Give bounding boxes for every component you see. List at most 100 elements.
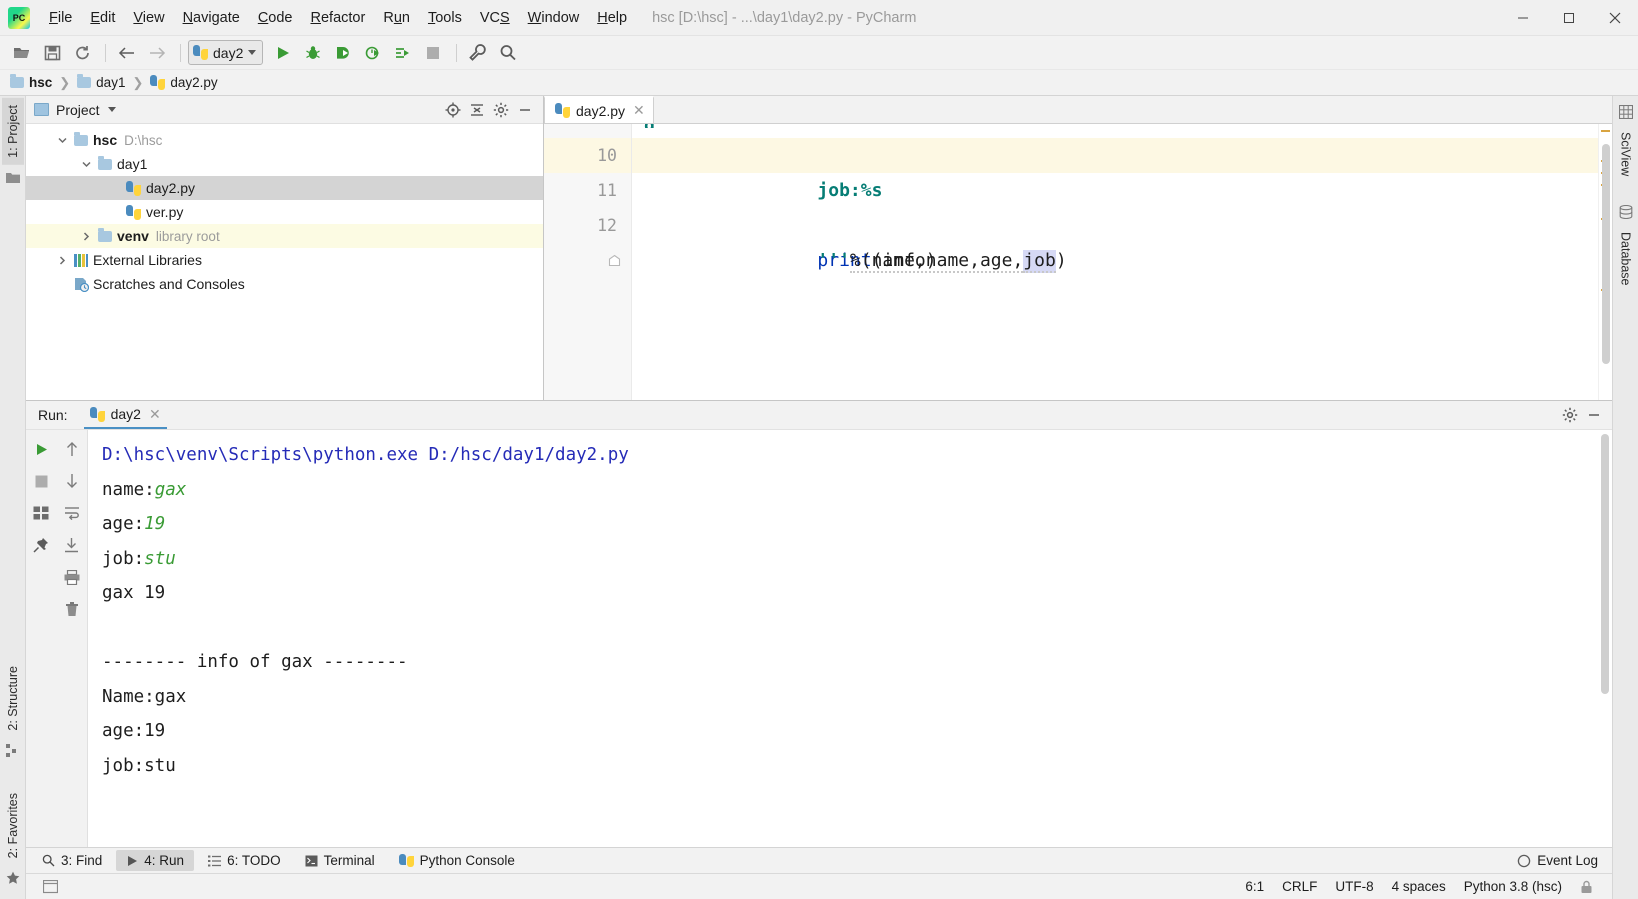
breadcrumb-item-hsc[interactable]: hsc xyxy=(10,74,52,90)
run-console-output[interactable]: D:\hsc\venv\Scripts\python.exe D:/hsc/da… xyxy=(88,430,1598,847)
code-line-10[interactable]: job:%s xyxy=(632,138,1598,201)
menu-vcs[interactable]: VCS xyxy=(471,5,519,31)
tree-item-hsc[interactable]: hsc D:\hsc xyxy=(26,128,543,152)
toolwindow-run[interactable]: 4: Run xyxy=(116,850,195,871)
run-tool-buttons xyxy=(26,430,88,847)
hide-icon[interactable] xyxy=(1582,404,1606,426)
lock-icon[interactable] xyxy=(1571,878,1602,896)
down-arrow-icon[interactable] xyxy=(60,469,84,493)
toolwindow-python-console[interactable]: Python Console xyxy=(389,850,525,871)
run-icon[interactable] xyxy=(269,40,297,66)
run-with-coverage-icon[interactable] xyxy=(329,40,357,66)
run-configuration-selector[interactable]: day2 xyxy=(188,40,264,65)
editor-scrollbar[interactable] xyxy=(1598,124,1612,400)
search-icon[interactable] xyxy=(494,40,522,66)
open-folder-icon[interactable] xyxy=(8,40,36,66)
gear-icon[interactable] xyxy=(489,99,513,121)
debug-icon[interactable] xyxy=(299,40,327,66)
profile-icon[interactable] xyxy=(359,40,387,66)
locate-icon[interactable] xyxy=(441,99,465,121)
menu-help[interactable]: Help xyxy=(588,5,636,31)
maximize-button[interactable] xyxy=(1546,0,1592,36)
scroll-to-end-icon[interactable] xyxy=(60,533,84,557)
tree-item-label: day2.py xyxy=(146,180,196,196)
stop-icon[interactable] xyxy=(29,469,53,493)
save-icon[interactable] xyxy=(38,40,66,66)
tree-item-verpy[interactable]: ver.py xyxy=(26,200,543,224)
run-tests-icon[interactable] xyxy=(389,40,417,66)
code-line-11[interactable]: '''%(name,name,age,job) xyxy=(608,173,1598,273)
run-tool-column-1 xyxy=(26,430,57,847)
main-content: 1: Project 2: Structure 2: Favorites Pro… xyxy=(0,96,1638,899)
python-interpreter[interactable]: Python 3.8 (hsc) xyxy=(1455,877,1571,896)
wrench-icon[interactable] xyxy=(464,40,492,66)
gear-icon[interactable] xyxy=(1558,404,1582,426)
forward-arrow-icon[interactable] xyxy=(143,40,171,66)
scrollbar-thumb[interactable] xyxy=(1602,144,1610,364)
chevron-down-icon[interactable] xyxy=(78,160,94,169)
tree-item-day1[interactable]: day1 xyxy=(26,152,543,176)
sidebar-tab-sciview[interactable]: SciView xyxy=(1615,125,1637,183)
print-icon[interactable] xyxy=(60,565,84,589)
line-separator[interactable]: CRLF xyxy=(1273,877,1326,896)
menu-view[interactable]: View xyxy=(124,5,173,31)
editor-tab-day2py[interactable]: day2.py ✕ xyxy=(544,96,654,123)
toolbar-separator xyxy=(105,43,106,62)
menu-edit[interactable]: Edit xyxy=(81,5,124,31)
code-token-args: %(name,name,age, xyxy=(849,250,1024,273)
project-icon xyxy=(34,103,49,116)
file-encoding[interactable]: UTF-8 xyxy=(1326,877,1382,896)
indent-setting[interactable]: 4 spaces xyxy=(1383,877,1455,896)
soft-wrap-icon[interactable] xyxy=(60,501,84,525)
close-button[interactable] xyxy=(1592,0,1638,36)
chevron-right-icon[interactable] xyxy=(54,255,70,265)
tree-item-scratches-and-consoles[interactable]: Scratches and Consoles xyxy=(26,272,543,296)
ide-status-icon[interactable] xyxy=(34,878,67,896)
code-fold-icon[interactable] xyxy=(608,184,621,267)
stop-icon[interactable] xyxy=(419,40,447,66)
breadcrumb-item-day1[interactable]: day1 xyxy=(77,74,125,90)
menu-file[interactable]: File xyxy=(40,5,81,31)
toolwindow-terminal[interactable]: Terminal xyxy=(295,850,385,871)
menu-window[interactable]: Window xyxy=(519,5,589,31)
menu-tools[interactable]: Tools xyxy=(419,5,471,31)
sync-icon[interactable] xyxy=(68,40,96,66)
sidebar-tab-database[interactable]: Database xyxy=(1615,225,1637,293)
tree-item-venv[interactable]: venv library root xyxy=(26,224,543,248)
sidebar-tab-project[interactable]: 1: Project xyxy=(1,98,24,165)
chevron-down-icon[interactable] xyxy=(107,107,116,112)
menu-refactor[interactable]: Refactor xyxy=(302,5,375,31)
sidebar-tab-structure[interactable]: 2: Structure xyxy=(2,659,24,738)
trash-icon[interactable] xyxy=(60,597,84,621)
hide-icon[interactable] xyxy=(513,99,537,121)
menu-code[interactable]: Code xyxy=(249,5,302,31)
chevron-right-icon[interactable] xyxy=(78,231,94,241)
back-arrow-icon[interactable] xyxy=(113,40,141,66)
collapse-all-icon[interactable] xyxy=(465,99,489,121)
pin-icon[interactable] xyxy=(29,533,53,557)
console-scrollbar[interactable] xyxy=(1598,430,1612,847)
breadcrumb-item-day2py[interactable]: day2.py xyxy=(150,75,218,90)
menu-run[interactable]: Run xyxy=(374,5,419,31)
toolwindow-todo[interactable]: 6: TODO xyxy=(198,850,291,871)
rerun-icon[interactable] xyxy=(29,437,53,461)
chevron-down-icon[interactable] xyxy=(54,136,70,145)
run-panel-label: Run: xyxy=(38,407,68,423)
editor-body[interactable]: 10 11 12 g job:%s xyxy=(544,124,1612,400)
close-icon[interactable]: ✕ xyxy=(149,406,161,423)
run-tab-day2[interactable]: day2 ✕ xyxy=(83,401,167,429)
event-log-button[interactable]: Event Log xyxy=(1507,850,1608,871)
breadcrumb: hsc ❯ day1 ❯ day2.py xyxy=(0,70,1638,96)
menu-navigate[interactable]: Navigate xyxy=(174,5,249,31)
sidebar-tab-favorites[interactable]: 2: Favorites xyxy=(2,786,24,865)
console-scrollbar-thumb[interactable] xyxy=(1601,434,1609,694)
layout-icon[interactable] xyxy=(29,501,53,525)
up-arrow-icon[interactable] xyxy=(60,437,84,461)
close-icon[interactable]: ✕ xyxy=(633,102,645,119)
minimize-button[interactable] xyxy=(1500,0,1546,36)
tree-item-day2py[interactable]: day2.py xyxy=(26,176,543,200)
tree-item-external-libraries[interactable]: External Libraries xyxy=(26,248,543,272)
toolwindow-find[interactable]: 3: Find xyxy=(32,850,112,871)
code-text-area[interactable]: g job:%s '''%(n xyxy=(608,124,1598,400)
caret-position[interactable]: 6:1 xyxy=(1236,877,1273,896)
